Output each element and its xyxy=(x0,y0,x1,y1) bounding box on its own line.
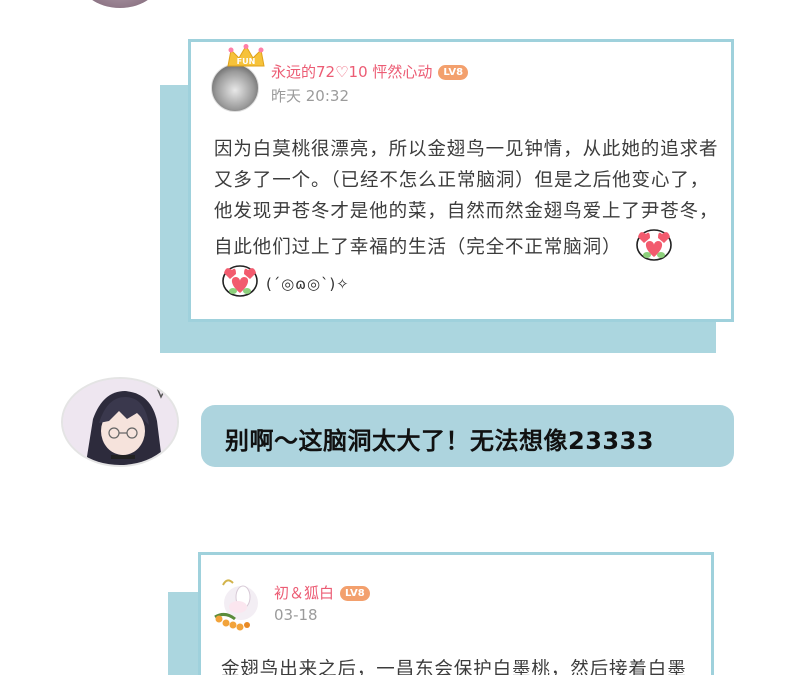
avatar[interactable] xyxy=(78,0,162,8)
comment-thread: FUN 永远的72♡10 怦然心动 LV8 昨天 20:32 因为白莫桃很漂亮，所… xyxy=(0,0,800,675)
chat-message: 别啊～这脑洞太大了！无法想像23333 xyxy=(225,427,654,455)
chat-bubble: 别啊～这脑洞太大了！无法想像23333 xyxy=(201,405,734,467)
avatar[interactable] xyxy=(211,64,259,112)
anime-avatar-icon xyxy=(63,379,177,465)
username[interactable]: 初＆狐白 LV8 xyxy=(274,582,370,603)
heart-face-sticker-icon xyxy=(222,265,258,297)
comment-body: 因为白莫桃很漂亮，所以金翅鸟一见钟情，从此她的追求者又多了一个。（已经不怎么正常… xyxy=(214,134,719,300)
kaomoji: (´◎ɷ◎`)✧ xyxy=(266,275,350,293)
level-badge: LV8 xyxy=(340,586,370,601)
comment-card: 初＆狐白 LV8 03-18 金翅鸟出来之后，一昌东会保护白墨桃，然后接着白墨 xyxy=(198,552,714,675)
avatar[interactable] xyxy=(61,377,179,467)
username-text[interactable]: 永远的72♡10 怦然心动 xyxy=(271,63,432,81)
level-badge: LV8 xyxy=(438,65,469,80)
crown-icon: FUN xyxy=(227,44,265,67)
timestamp: 03-18 xyxy=(274,606,318,624)
heart-face-sticker-icon xyxy=(636,229,672,261)
flower-wreath-avatar-icon[interactable] xyxy=(209,573,269,637)
username-text[interactable]: 初＆狐白 xyxy=(274,584,334,602)
comment-text: 金翅鸟出来之后，一昌东会保护白墨桃，然后接着白墨 xyxy=(221,659,687,675)
username[interactable]: 永远的72♡10 怦然心动 LV8 xyxy=(271,61,469,82)
timestamp: 昨天 20:32 xyxy=(271,87,349,105)
crown-text: FUN xyxy=(237,57,256,66)
comment-card: FUN 永远的72♡10 怦然心动 LV8 昨天 20:32 因为白莫桃很漂亮，所… xyxy=(188,39,734,322)
